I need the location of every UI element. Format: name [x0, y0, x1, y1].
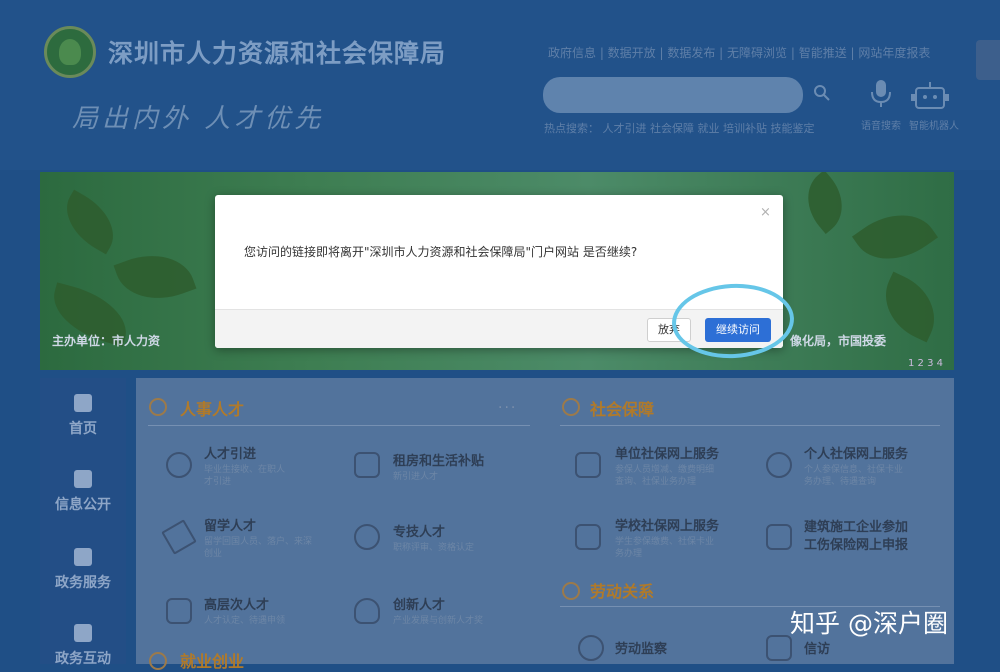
mail-icon — [766, 635, 792, 661]
service-overseas-talent[interactable]: 留学人才 — [204, 515, 256, 534]
folder-icon — [74, 548, 92, 566]
voice-search-label[interactable]: 语音搜索 — [861, 117, 901, 132]
nav-item-gov-interaction[interactable]: 政务互动 — [40, 624, 126, 668]
dialog-message: 您访问的链接即将离开"深圳市人力资源和社会保障局"门户网站 是否继续? — [244, 245, 638, 259]
nav-item-label: 政务互动 — [55, 651, 111, 667]
house-icon — [354, 452, 380, 478]
site-logo-icon[interactable] — [44, 26, 96, 78]
service-innovation-talent[interactable]: 创新人才 — [393, 594, 445, 613]
service-labor-inspection[interactable]: 劳动监察 — [615, 638, 667, 657]
school-icon — [575, 524, 601, 550]
home-icon — [74, 394, 92, 412]
top-links[interactable]: 政府信息 | 数据开放 | 数据发布 | 无障碍浏览 | 智能推送 | 网站年度… — [548, 44, 930, 61]
service-school-social-security[interactable]: 学校社保网上服务 — [615, 515, 719, 534]
robot-icon[interactable] — [910, 80, 950, 110]
watermark: 知乎 @深户圈 — [790, 609, 948, 638]
search-input[interactable] — [543, 77, 803, 113]
banner-caption-left: 主办单位：市人力资 — [52, 334, 161, 348]
nav-item-gov-services[interactable]: 政务服务 — [40, 548, 126, 592]
site-header — [0, 0, 1000, 170]
section-title-employment[interactable]: 就业创业 — [180, 648, 244, 672]
section-divider — [148, 425, 530, 426]
service-personal-social-security[interactable]: 个人社保网上服务 — [804, 443, 908, 462]
lightbulb-icon — [354, 598, 380, 624]
service-desc: 新引进人才 — [393, 472, 439, 482]
service-desc: 学生参保缴费、社保卡业 务办理 — [615, 537, 715, 559]
service-high-level-talent[interactable]: 高层次人才 — [204, 594, 269, 613]
service-unit-social-security[interactable]: 单位社保网上服务 — [615, 443, 719, 462]
building-icon — [575, 452, 601, 478]
section-divider — [560, 425, 940, 426]
nav-item-label: 政务服务 — [55, 575, 111, 591]
eye-icon — [578, 635, 604, 661]
site-slogan: 局出内外 人才优先 — [72, 104, 325, 134]
chat-icon — [74, 624, 92, 642]
service-desc: 留学回国人员、落户、来深 创业 — [204, 537, 313, 559]
more-icon[interactable]: ··· — [498, 400, 517, 416]
hot-search-links[interactable]: 热点搜索： 人才引进 社会保障 就业 培训补贴 技能鉴定 — [544, 120, 814, 136]
section-title-hr-talent[interactable]: 人事人才 — [180, 396, 244, 420]
document-icon — [74, 470, 92, 488]
service-desc: 人才认定、待遇申领 — [204, 616, 286, 626]
service-professional-talent[interactable]: 专技人才 — [393, 521, 445, 540]
service-construction-injury-insurance[interactable]: 建筑施工企业参加 工伤保险网上申报 — [804, 519, 908, 555]
banner-caption-right: 像化局，市国投委 — [790, 334, 887, 348]
nav-item-label: 信息公开 — [55, 497, 111, 513]
graduation-cap-icon — [166, 598, 192, 624]
nav-item-info-disclosure[interactable]: 信息公开 — [40, 470, 126, 514]
close-icon[interactable]: × — [760, 205, 771, 220]
nav-item-label: 首页 — [69, 421, 97, 437]
side-badge-icon[interactable] — [976, 40, 1000, 80]
search-icon[interactable] — [813, 84, 830, 101]
person-icon — [766, 452, 792, 478]
id-card-icon — [766, 524, 792, 550]
service-desc: 参保人员增减、缴费明细 查询、社保业务办理 — [615, 465, 715, 487]
talent-section-icon — [149, 398, 167, 416]
site-title[interactable]: 深圳市人力资源和社会保障局 — [108, 34, 446, 70]
microphone-icon[interactable] — [868, 78, 894, 108]
service-desc: 产业发展与创新人才奖 — [393, 616, 484, 626]
banner-pagination[interactable]: 1 2 3 4 — [908, 358, 943, 369]
service-petition[interactable]: 信访 — [804, 638, 830, 657]
service-desc: 职称评审、资格认定 — [393, 543, 475, 553]
nav-item-home[interactable]: 首页 — [40, 394, 126, 438]
side-nav: 首页 信息公开 政务服务 政务互动 — [40, 378, 126, 667]
warning-icon — [562, 582, 580, 600]
umbrella-icon — [562, 398, 580, 416]
service-talent-intro[interactable]: 人才引进 — [204, 443, 256, 462]
section-title-labor-relations[interactable]: 劳动关系 — [590, 578, 654, 602]
robot-label[interactable]: 智能机器人 — [909, 117, 959, 132]
service-desc: 毕业生接收、在职人 才引进 — [204, 465, 286, 487]
service-desc: 个人参保信息、社保卡业 务办理、待遇查询 — [804, 465, 904, 487]
user-add-icon — [166, 452, 192, 478]
target-icon — [354, 524, 380, 550]
employment-section-icon — [149, 652, 167, 670]
service-housing-subsidy[interactable]: 租房和生活补贴 — [393, 450, 484, 469]
section-title-social-security[interactable]: 社会保障 — [590, 396, 654, 420]
